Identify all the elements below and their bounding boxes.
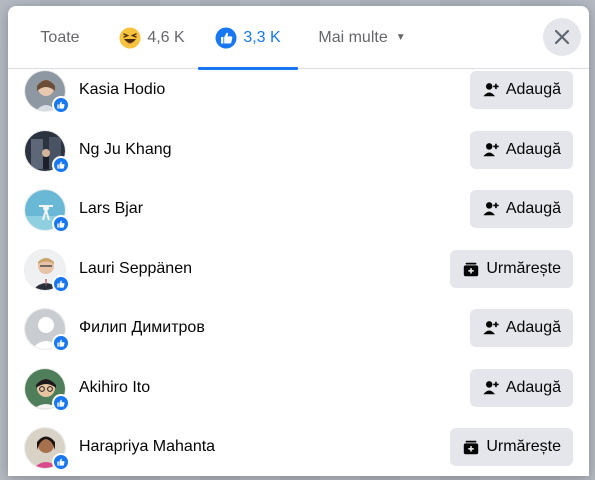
like-badge-icon bbox=[52, 96, 70, 114]
follow-button[interactable]: Urmărește bbox=[450, 428, 573, 466]
add-friend-label: Adaugă bbox=[505, 200, 561, 217]
avatar[interactable] bbox=[24, 367, 70, 412]
avatar[interactable] bbox=[24, 129, 70, 174]
add-friend-button[interactable]: Adaugă bbox=[469, 309, 573, 347]
reactors-list: Kasia Hodio Adaugă Ng Ju Khang Adaugă La… bbox=[8, 69, 589, 476]
tab-more[interactable]: Mai multe ▼ bbox=[308, 6, 416, 69]
list-item: Ng Ju Khang Adaugă bbox=[8, 129, 589, 189]
person-name[interactable]: Kasia Hodio bbox=[79, 81, 165, 99]
like-badge-icon bbox=[52, 155, 70, 174]
tab-more-label: Mai multe bbox=[318, 28, 388, 46]
person-name[interactable]: Lauri Seppänen bbox=[79, 260, 192, 278]
tab-haha-count: 4,6 K bbox=[147, 28, 185, 46]
list-item: Kasia Hodio Adaugă bbox=[8, 69, 589, 129]
person-name[interactable]: Филип Димитров bbox=[79, 319, 205, 337]
add-friend-button[interactable]: Adaugă bbox=[469, 71, 573, 109]
close-button[interactable] bbox=[543, 18, 581, 56]
avatar[interactable] bbox=[24, 248, 70, 293]
add-friend-label: Adaugă bbox=[505, 378, 561, 396]
like-badge-icon bbox=[52, 453, 70, 471]
follow-icon bbox=[464, 262, 479, 276]
tab-like[interactable]: 3,3 K bbox=[198, 6, 298, 70]
like-badge-icon bbox=[52, 274, 70, 293]
add-friend-icon bbox=[483, 380, 499, 394]
person-name[interactable]: Lars Bjar bbox=[79, 200, 143, 218]
person-name[interactable]: Harapriya Mahanta bbox=[79, 438, 215, 456]
follow-label: Urmărește bbox=[486, 259, 561, 277]
add-friend-icon bbox=[483, 142, 499, 156]
close-icon bbox=[554, 29, 570, 45]
add-friend-button[interactable]: Adaugă bbox=[469, 368, 573, 407]
add-friend-button[interactable]: Adaugă bbox=[469, 190, 573, 228]
follow-icon bbox=[464, 440, 479, 455]
tab-all[interactable]: Toate bbox=[24, 6, 96, 69]
add-friend-icon bbox=[483, 321, 499, 335]
list-item: Harapriya Mahanta Urmărește bbox=[8, 426, 589, 476]
add-friend-button[interactable]: Adaugă bbox=[469, 130, 573, 169]
add-friend-icon bbox=[483, 202, 499, 216]
list-item: Akihiro Ito Adaugă bbox=[8, 367, 589, 427]
like-badge-icon bbox=[52, 215, 70, 233]
follow-button[interactable]: Urmărește bbox=[450, 249, 573, 288]
add-friend-icon bbox=[483, 83, 499, 97]
tab-all-label: Toate bbox=[40, 28, 80, 46]
list-item: Lars Bjar Adaugă bbox=[8, 188, 589, 248]
add-friend-label: Adaugă bbox=[505, 140, 561, 158]
tab-like-count: 3,3 K bbox=[243, 28, 281, 46]
caret-down-icon: ▼ bbox=[395, 32, 406, 43]
list-item: Lauri Seppänen Urmărește bbox=[8, 248, 589, 308]
like-badge-icon bbox=[52, 334, 70, 352]
like-reaction-icon bbox=[215, 27, 237, 49]
avatar[interactable] bbox=[24, 427, 70, 471]
follow-label: Urmărește bbox=[486, 438, 561, 455]
reactions-dialog: Toate 4,6 K 3,3 K Mai multe ▼ Kasia Hodi… bbox=[8, 6, 589, 476]
add-friend-label: Adaugă bbox=[505, 81, 561, 98]
person-name[interactable]: Akihiro Ito bbox=[79, 379, 150, 397]
like-badge-icon bbox=[52, 393, 70, 412]
reactions-tab-bar: Toate 4,6 K 3,3 K Mai multe ▼ bbox=[8, 6, 589, 70]
person-name[interactable]: Ng Ju Khang bbox=[79, 141, 172, 159]
avatar[interactable] bbox=[24, 189, 70, 233]
haha-reaction-icon bbox=[119, 27, 141, 49]
avatar[interactable] bbox=[24, 308, 70, 352]
list-item: Филип Димитров Adaugă bbox=[8, 307, 589, 367]
avatar[interactable] bbox=[24, 70, 70, 114]
add-friend-label: Adaugă bbox=[505, 319, 561, 336]
tab-haha[interactable]: 4,6 K bbox=[110, 6, 194, 69]
